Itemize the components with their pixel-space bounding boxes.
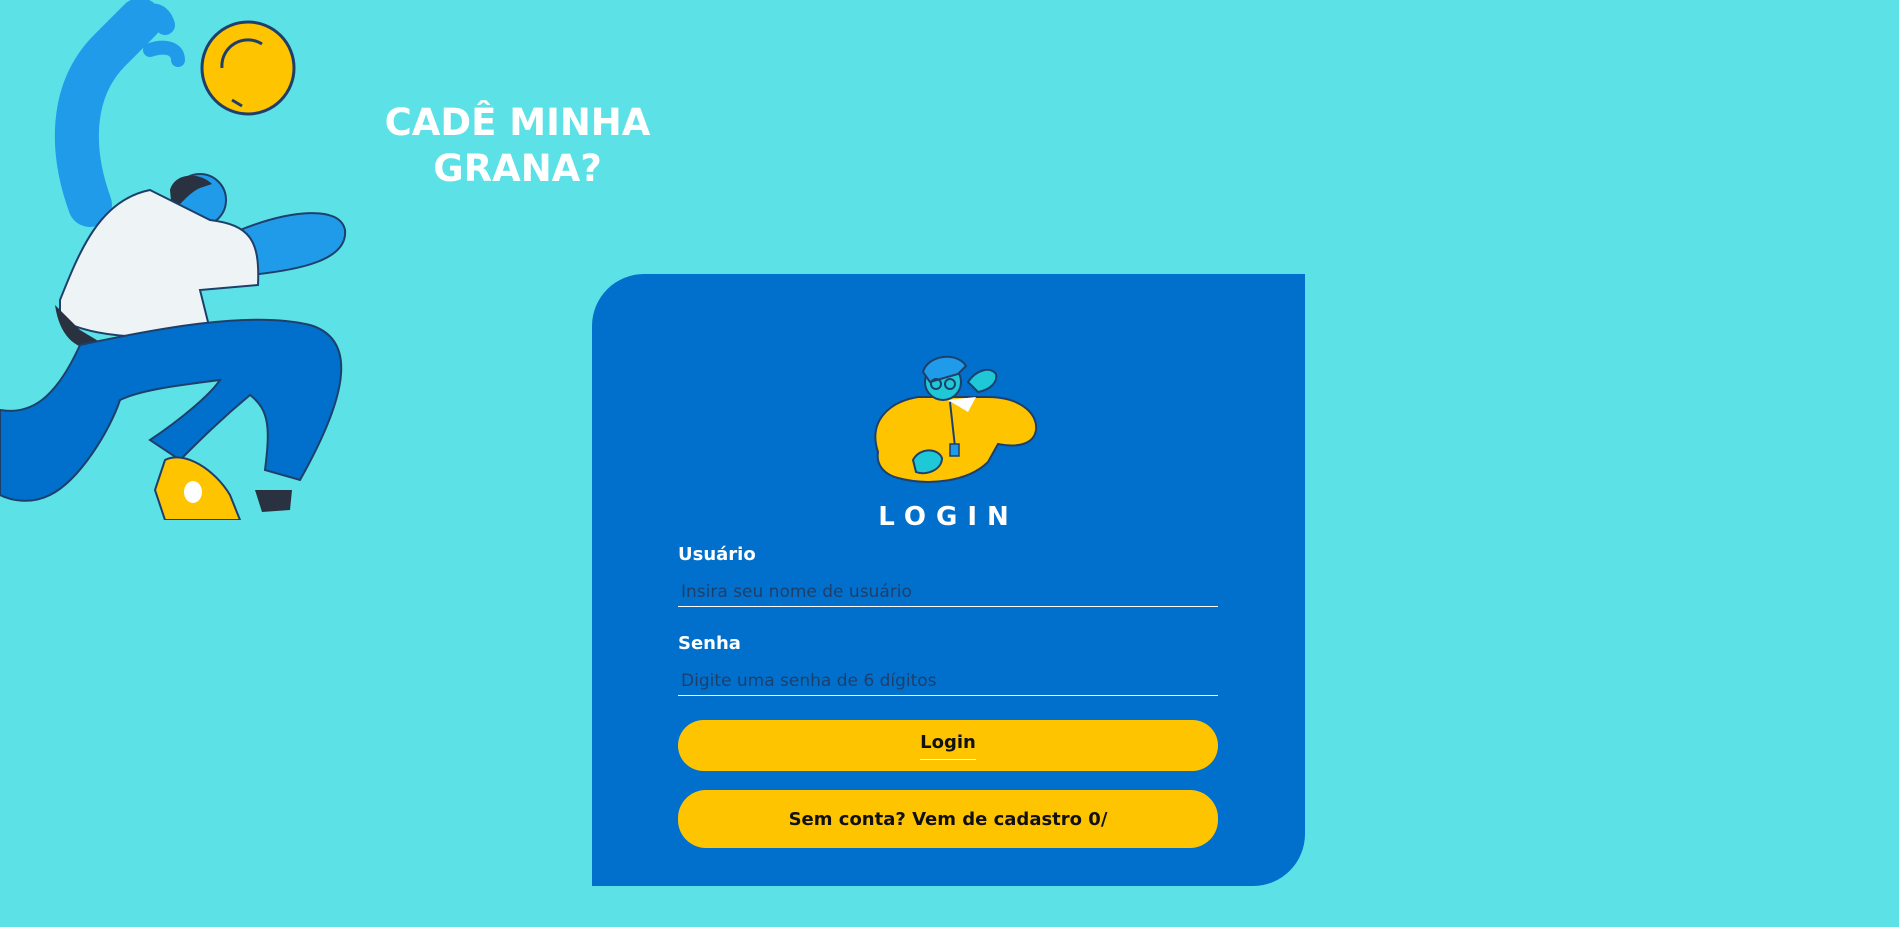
login-button[interactable]: Login — [678, 720, 1218, 771]
login-heading: LOGIN — [878, 502, 1019, 532]
person-peace-sign-illustration — [874, 355, 1038, 483]
brand-title-line1: CADÊ MINHA — [384, 101, 651, 144]
login-page: CADÊ MINHA GRANA? LOGIN Usuário Senha — [0, 0, 1899, 927]
person-reaching-coin-illustration — [0, 0, 347, 520]
brand-title: CADÊ MINHA GRANA? — [380, 100, 655, 192]
signup-button[interactable]: Sem conta? Vem de cadastro 0/ — [678, 790, 1218, 848]
login-card: LOGIN Usuário Senha Login Sem conta? Vem… — [592, 274, 1305, 886]
login-button-label: Login — [920, 732, 976, 760]
signup-button-label: Sem conta? Vem de cadastro 0/ — [788, 808, 1108, 830]
username-input[interactable] — [678, 577, 1218, 607]
password-input[interactable] — [678, 666, 1218, 696]
password-label: Senha — [678, 633, 741, 654]
brand-title-line2: GRANA? — [433, 147, 602, 190]
username-label: Usuário — [678, 544, 756, 565]
